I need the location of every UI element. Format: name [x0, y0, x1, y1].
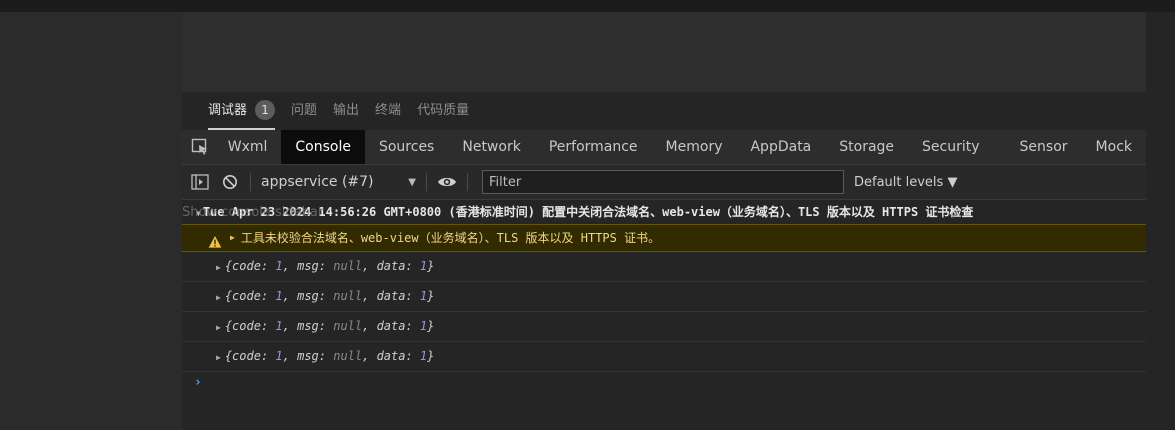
toolbar-divider — [426, 173, 427, 191]
warning-text: 工具未校验合法域名、web-view（业务域名）、TLS 版本以及 HTTPS … — [240, 231, 661, 245]
simulator-area — [182, 12, 1146, 92]
log-entry[interactable]: ▶ {code: 1, msg: null, data: 1} — [182, 252, 1146, 282]
tab-sources[interactable]: Sources — [365, 130, 448, 164]
sidebar-tooltip: Show console sidebar — [182, 205, 324, 220]
tab-mock[interactable]: Mock — [1082, 130, 1146, 164]
tab-sensor[interactable]: Sensor — [994, 130, 1082, 164]
log-msg-value: null — [333, 319, 363, 333]
tab-debugger-label: 调试器 — [208, 103, 248, 118]
tab-output[interactable]: 输出 — [333, 92, 359, 130]
expand-triangle-icon: ▶ — [216, 293, 221, 302]
panel-tab-bar: 调试器 1 问题 输出 终端 代码质量 — [182, 92, 1146, 130]
console-toolbar: appservice (#7) ▼ Default levels ▼ — [182, 165, 1146, 200]
left-pane — [0, 12, 182, 430]
log-msg-value: null — [333, 349, 363, 363]
log-code-value: 1 — [275, 319, 283, 333]
expand-triangle-icon: ▶ — [216, 353, 221, 362]
context-selector-label: appservice (#7) — [261, 174, 374, 190]
expand-triangle-icon: ▶ — [216, 263, 221, 272]
tab-storage[interactable]: Storage — [825, 130, 908, 164]
toolbar-divider — [250, 173, 251, 191]
tab-terminal[interactable]: 终端 — [375, 92, 401, 130]
tab-console[interactable]: Console — [281, 130, 365, 164]
window-top-bar — [0, 0, 1175, 12]
tab-performance[interactable]: Performance — [535, 130, 652, 164]
tab-issues[interactable]: 问题 — [291, 92, 317, 130]
tab-wxml[interactable]: Wxml — [214, 130, 282, 164]
clear-console-icon[interactable] — [220, 172, 240, 192]
expand-triangle-icon: ▶ — [216, 323, 221, 332]
dropdown-arrow-icon: ▼ — [408, 176, 416, 188]
log-code-value: 1 — [275, 259, 283, 273]
console-output: ▼ Tue Apr 23 2024 14:56:26 GMT+0800 (香港标准… — [182, 200, 1146, 430]
log-code-value: 1 — [275, 349, 283, 363]
expand-triangle-icon: ▶ — [230, 233, 235, 242]
show-sidebar-icon[interactable] — [190, 172, 210, 192]
tab-network[interactable]: Network — [448, 130, 534, 164]
filter-input[interactable] — [482, 170, 844, 194]
log-levels-dropdown[interactable]: Default levels ▼ — [854, 175, 957, 190]
log-msg-value: null — [333, 289, 363, 303]
log-data-value: 1 — [419, 259, 428, 273]
log-entry[interactable]: ▶ {code: 1, msg: null, data: 1} — [182, 342, 1146, 372]
warning-icon — [208, 231, 222, 248]
inspect-element-icon[interactable] — [186, 130, 214, 164]
tab-code-quality[interactable]: 代码质量 — [417, 92, 469, 130]
devtools-tab-bar: Wxml Console Sources Network Performance… — [182, 130, 1146, 165]
devtools-panel: 调试器 1 问题 输出 终端 代码质量 Wxml Console Sources … — [182, 92, 1146, 430]
tab-security[interactable]: Security — [908, 130, 994, 164]
warning-message[interactable]: ▶ 工具未校验合法域名、web-view（业务域名）、TLS 版本以及 HTTP… — [182, 224, 1146, 252]
log-code-value: 1 — [275, 289, 283, 303]
context-selector[interactable]: appservice (#7) ▼ — [261, 174, 416, 190]
right-edge-panel — [1146, 12, 1175, 430]
log-entry[interactable]: ▶ {code: 1, msg: null, data: 1} — [182, 312, 1146, 342]
toolbar-divider — [467, 173, 468, 191]
tab-appdata[interactable]: AppData — [736, 130, 825, 164]
log-data-value: 1 — [419, 319, 428, 333]
tab-debugger[interactable]: 调试器 1 — [208, 92, 276, 130]
console-group-header[interactable]: ▼ Tue Apr 23 2024 14:56:26 GMT+0800 (香港标准… — [182, 200, 1146, 224]
live-expression-eye-icon[interactable] — [437, 172, 457, 192]
log-data-value: 1 — [419, 289, 428, 303]
tab-memory[interactable]: Memory — [652, 130, 737, 164]
console-prompt[interactable]: › — [182, 372, 1146, 394]
log-entry[interactable]: ▶ {code: 1, msg: null, data: 1} — [182, 282, 1146, 312]
log-data-value: 1 — [419, 349, 428, 363]
log-msg-value: null — [333, 259, 363, 273]
debugger-count-badge: 1 — [255, 100, 276, 120]
